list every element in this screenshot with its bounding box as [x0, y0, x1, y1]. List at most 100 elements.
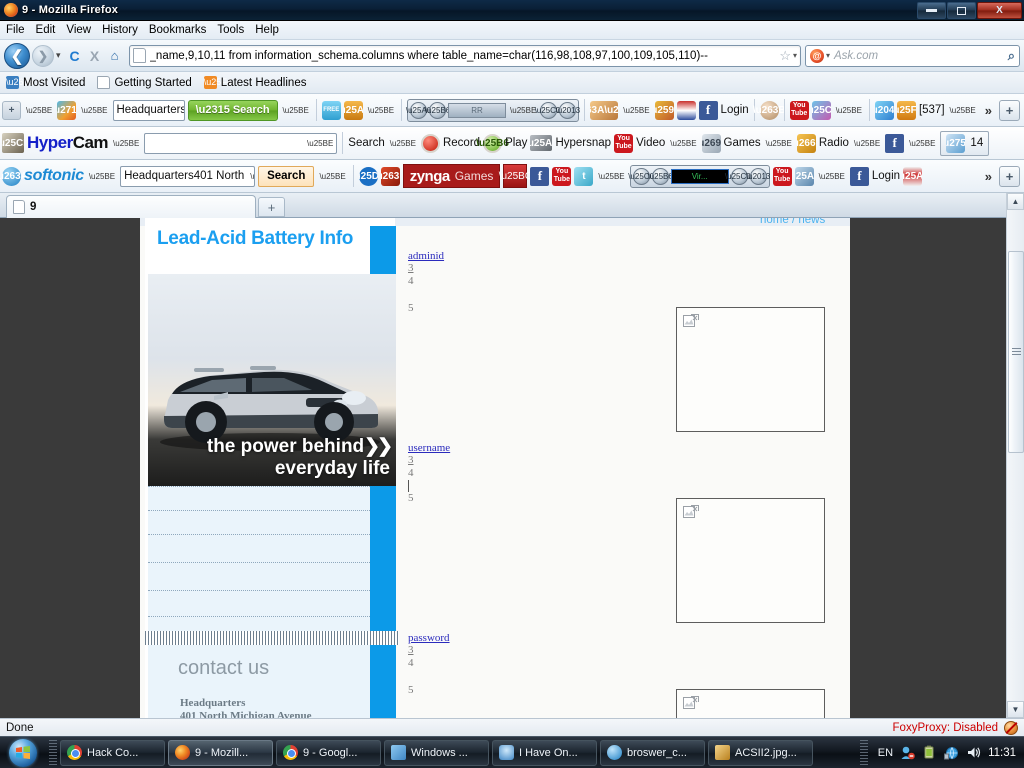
- language-indicator[interactable]: EN: [878, 747, 893, 759]
- softonic-search-button[interactable]: Search: [258, 165, 315, 187]
- pacman-icon[interactable]: \u25D6: [358, 166, 378, 186]
- stop-icon[interactable]: X: [85, 48, 105, 64]
- sql-column-link-adminid[interactable]: adminid: [408, 250, 444, 262]
- menu-item-history[interactable]: History: [102, 24, 138, 36]
- taskbar-item-windows[interactable]: Windows ...: [384, 739, 489, 766]
- close-button[interactable]: X: [977, 2, 1022, 19]
- brand-bird-icon[interactable]: \u2712: [57, 100, 77, 120]
- sql-column-link-password[interactable]: password: [408, 632, 450, 644]
- toolbar1-add-button[interactable]: +: [999, 99, 1020, 121]
- chevron-down-icon[interactable]: \u25BE: [950, 106, 976, 115]
- chevron-down-icon[interactable]: \u25BE: [244, 172, 254, 181]
- hypersnap-icon[interactable]: \u25A3: [530, 135, 553, 151]
- smiley-face-icon[interactable]: \u263B: [753, 100, 786, 120]
- play-icon[interactable]: \u25B6: [476, 133, 509, 153]
- browser-tab-9[interactable]: 9: [6, 195, 256, 218]
- bookmark-most-visited[interactable]: \u2605 Most Visited: [6, 76, 85, 89]
- scroll-up-arrow-icon[interactable]: ▲: [1007, 193, 1024, 210]
- bookmark-getting-started[interactable]: Getting Started: [97, 76, 192, 89]
- menu-item-help[interactable]: Help: [255, 24, 279, 36]
- minimize-button[interactable]: [917, 2, 946, 19]
- zynga-dropdown-icon[interactable]: \u25BC: [499, 164, 532, 188]
- url-dropdown-icon[interactable]: ▾: [793, 51, 797, 60]
- facebook-login-label[interactable]: Login: [872, 170, 900, 182]
- free-badge-icon[interactable]: FREE: [321, 100, 341, 120]
- hypercam-record-label[interactable]: Record: [443, 137, 480, 149]
- popcorn-icon[interactable]: \u25A0: [903, 166, 923, 186]
- hypersnap-label[interactable]: Hypersnap: [555, 137, 611, 149]
- chevron-down-icon[interactable]: \u25BE: [598, 172, 624, 181]
- chevron-down-icon[interactable]: \u25BE: [113, 139, 139, 148]
- share-network-icon[interactable]: \u2042: [874, 100, 894, 120]
- youtube-icon[interactable]: You Tube: [772, 166, 792, 186]
- menu-item-view[interactable]: View: [66, 24, 91, 36]
- chevron-down-icon[interactable]: \u25BE: [819, 172, 845, 181]
- tv-widget-icon[interactable]: \u25AD: [794, 166, 814, 186]
- bookmark-latest-headlines[interactable]: \u25F4 Latest Headlines: [203, 76, 306, 89]
- back-button[interactable]: ❮: [4, 42, 30, 69]
- hypercam-search-label[interactable]: Search: [348, 137, 384, 149]
- hypercam-combo-input[interactable]: \u25BE: [144, 132, 338, 154]
- taskbar-item-mozilla[interactable]: 9 - Mozill...: [168, 739, 273, 766]
- usa-flag-icon[interactable]: [676, 100, 696, 120]
- youtube-icon[interactable]: You Tube: [552, 166, 572, 186]
- menu-item-edit[interactable]: Edit: [36, 24, 56, 36]
- chevron-down-icon[interactable]: \u25BE: [670, 139, 696, 148]
- messenger-icon[interactable]: [900, 745, 915, 760]
- photo-app-icon[interactable]: \u25C9: [811, 100, 831, 120]
- grid-apps-icon[interactable]: \u2591: [654, 100, 674, 120]
- chevron-down-icon[interactable]: \u25BE: [283, 106, 309, 115]
- battery-icon[interactable]: [922, 745, 937, 760]
- chevron-down-icon[interactable]: \u25BE: [319, 172, 345, 181]
- taskbar-grip[interactable]: [49, 739, 57, 766]
- games-controller-icon[interactable]: \u2699: [701, 133, 721, 153]
- search-bar[interactable]: @ ▾ Ask.com ⌕: [805, 44, 1020, 67]
- taskbar-item-google[interactable]: 9 - Googl...: [276, 739, 381, 766]
- scrollbar-thumb[interactable]: [1008, 251, 1024, 453]
- facebook-icon[interactable]: f: [698, 100, 718, 120]
- scroll-down-arrow-icon[interactable]: ▼: [1007, 701, 1024, 718]
- twitter-icon[interactable]: t: [574, 166, 594, 186]
- menu-item-tools[interactable]: Tools: [217, 24, 244, 36]
- bookmark-star-icon[interactable]: ☆: [779, 48, 791, 64]
- radio-label[interactable]: Radio: [819, 137, 849, 149]
- forward-button[interactable]: ❯: [32, 44, 54, 67]
- facebook-login-label[interactable]: Login: [721, 104, 749, 116]
- engine-dropdown-icon[interactable]: ▾: [826, 51, 830, 60]
- rss-feed-icon[interactable]: \u25F4: [896, 100, 916, 120]
- mute-icon[interactable]: \u2013: [556, 101, 580, 119]
- taskbar-item-i-have-on[interactable]: I Have On...: [492, 739, 597, 766]
- chevron-down-icon[interactable]: \u25BE: [623, 106, 649, 115]
- toolbar1-overflow-button[interactable]: »: [981, 103, 996, 118]
- chevron-down-icon[interactable]: \u25BE: [368, 106, 394, 115]
- chevron-down-icon[interactable]: \u25BE: [510, 106, 536, 115]
- history-dropdown-icon[interactable]: ▾: [56, 50, 61, 61]
- search-icon[interactable]: ⌕: [1008, 48, 1015, 64]
- mute-icon[interactable]: \u2013: [746, 167, 770, 185]
- home-icon[interactable]: ⌂: [105, 48, 125, 63]
- games-label[interactable]: Games: [724, 137, 761, 149]
- foxyproxy-status[interactable]: FoxyProxy: Disabled: [893, 722, 998, 734]
- hypercam-play-label[interactable]: Play: [505, 137, 527, 149]
- add-plus-icon[interactable]: +: [2, 100, 21, 120]
- media-player-widget[interactable]: \u25A0 \u25B6 RR \u25BE \u25C0) \u2013: [406, 98, 580, 122]
- maximize-button[interactable]: [947, 2, 976, 19]
- chevron-down-icon[interactable]: \u25BE: [854, 139, 880, 148]
- search-input[interactable]: Ask.com: [834, 50, 1008, 62]
- menu-item-file[interactable]: File: [6, 24, 25, 36]
- toolbar1-search-button[interactable]: \u2315 Search: [187, 99, 278, 121]
- network-icon[interactable]: [944, 745, 959, 760]
- facebook-icon[interactable]: f: [530, 166, 550, 186]
- taskbar-item-acsii2-jpg[interactable]: ACSII2.jpg...: [708, 739, 813, 766]
- foxyproxy-disabled-icon[interactable]: [1004, 720, 1018, 735]
- new-tab-button[interactable]: +: [258, 197, 285, 217]
- play-icon[interactable]: \u25B6: [425, 101, 450, 119]
- facebook-icon[interactable]: f: [885, 133, 905, 153]
- zynga-games-button[interactable]: zynga Games: [402, 164, 501, 188]
- chevron-down-icon[interactable]: \u25BE: [26, 106, 52, 115]
- radio-icon[interactable]: \u266B: [796, 133, 816, 153]
- chevron-down-icon[interactable]: \u25BE: [81, 106, 107, 115]
- reload-icon[interactable]: C: [65, 48, 85, 64]
- volume-icon[interactable]: [966, 745, 981, 760]
- tv-icon[interactable]: \u25A3: [343, 100, 363, 120]
